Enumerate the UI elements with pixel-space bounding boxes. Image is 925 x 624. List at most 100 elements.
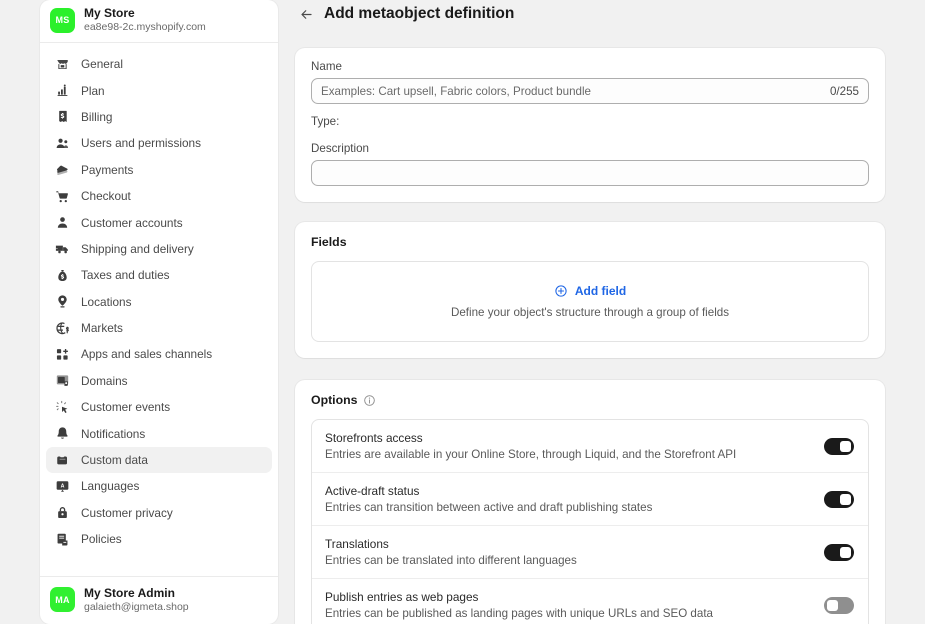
description-input[interactable] [311, 160, 869, 186]
sidebar-item-customer-privacy[interactable]: Customer privacy [46, 500, 272, 526]
user-avatar: MA [50, 587, 75, 613]
store-icon [54, 56, 70, 72]
sidebar-item-label: Languages [81, 479, 140, 494]
user-info: My Store Admin galaieth@igmeta.shop [84, 586, 189, 614]
circle-plus-icon [554, 284, 568, 298]
sidebar-item-checkout[interactable]: Checkout [46, 183, 272, 209]
back-arrow-icon[interactable] [298, 6, 314, 22]
option-title: Active-draft status [325, 484, 420, 498]
sidebar-item-users-and-permissions[interactable]: Users and permissions [46, 130, 272, 156]
option-toggle[interactable] [824, 596, 854, 614]
description-label: Description [311, 142, 369, 155]
page-title: Add metaobject definition [324, 5, 515, 22]
sidebar-item-customer-accounts[interactable]: Customer accounts [46, 209, 272, 235]
sidebar-item-label: Apps and sales channels [81, 347, 213, 362]
sidebar-item-apps-and-sales-channels[interactable]: Apps and sales channels [46, 341, 272, 367]
fields-empty-hint: Define your object's structure through a… [450, 306, 730, 319]
sidebar-user-section[interactable]: MA My Store Admin galaieth@igmeta.shop [40, 575, 278, 624]
bell-icon [54, 426, 70, 442]
option-row: Translations Entries can be translated in… [312, 526, 868, 579]
globe-currency-icon [54, 320, 70, 336]
settings-nav: General Plan Billing Users and permissions P… [40, 43, 278, 576]
option-description: Entries can be translated into different… [325, 554, 577, 567]
sidebar-item-policies[interactable]: Policies [46, 526, 272, 552]
name-card: Name Examples: Cart upsell, Fabric color… [295, 48, 885, 202]
option-toggle[interactable] [824, 543, 854, 561]
sidebar-item-locations[interactable]: Locations [46, 289, 272, 315]
credit-card-icon [54, 162, 70, 178]
sidebar-item-label: Users and permissions [81, 136, 201, 151]
option-toggle[interactable] [824, 490, 854, 508]
page-header: Add metaobject definition [278, 2, 925, 26]
user-email: galaieth@igmeta.shop [84, 600, 189, 613]
option-toggle[interactable] [824, 437, 854, 455]
user-name: My Store Admin [84, 585, 175, 600]
sidebar-item-general[interactable]: General [46, 51, 272, 77]
sidebar-item-label: Checkout [81, 189, 131, 204]
option-text: Active-draft status Entries can transitio… [325, 484, 652, 514]
fields-empty-state: Add field Define your object's structure… [311, 261, 869, 342]
location-pin-icon [54, 294, 70, 310]
option-text: Publish entries as web pages Entries can … [325, 590, 713, 620]
policy-doc-icon [54, 531, 70, 547]
sidebar-item-label: Locations [81, 294, 132, 309]
domain-icon [54, 373, 70, 389]
option-description: Entries can be published as landing page… [325, 607, 713, 620]
store-info: My Store ea8e98-2c.myshopify.com [84, 6, 206, 34]
options-card-title: Options [311, 393, 358, 407]
sidebar-item-label: Billing [81, 109, 113, 124]
name-character-counter: 0/255 [829, 84, 859, 98]
lock-icon [54, 505, 70, 521]
sidebar-item-label: Plan [81, 83, 105, 98]
sidebar-item-label: Notifications [81, 426, 146, 441]
sidebar-item-customer-events[interactable]: Customer events [46, 394, 272, 420]
option-text: Storefronts access Entries are available … [325, 431, 736, 461]
option-title: Storefronts access [325, 431, 423, 445]
users-icon [54, 135, 70, 151]
sidebar-item-notifications[interactable]: Notifications [46, 420, 272, 446]
main-content: Add metaobject definition Name Examples:… [278, 0, 925, 624]
sidebar-item-custom-data[interactable]: Custom data [46, 446, 272, 474]
store-header[interactable]: MS My Store ea8e98-2c.myshopify.com [40, 0, 278, 43]
options-card-header: Options [311, 393, 869, 407]
fields-card-title: Fields [311, 235, 347, 249]
chart-bar-icon [54, 83, 70, 99]
toggle-knob [840, 440, 851, 452]
option-description: Entries can transition between active an… [325, 501, 653, 514]
sidebar-item-shipping-and-delivery[interactable]: Shipping and delivery [46, 236, 272, 262]
sidebar-item-domains[interactable]: Domains [46, 368, 272, 394]
sidebar-item-label: Customer accounts [81, 215, 183, 230]
sidebar-item-label: Payments [81, 162, 134, 177]
add-field-button[interactable]: Add field [554, 284, 626, 298]
info-circle-icon[interactable] [363, 394, 376, 407]
cursor-click-icon [54, 399, 70, 415]
sidebar-item-label: General [81, 57, 123, 72]
option-description: Entries are available in your Online Sto… [325, 448, 737, 461]
options-card: Options Storefronts access Entries are av… [295, 380, 885, 624]
option-row: Publish entries as web pages Entries can … [312, 579, 868, 624]
receipt-icon [54, 109, 70, 125]
option-title: Translations [325, 537, 389, 551]
settings-sidebar: MS My Store ea8e98-2c.myshopify.com Gene… [40, 0, 278, 624]
cart-icon [54, 188, 70, 204]
sidebar-item-label: Markets [81, 321, 123, 336]
sidebar-item-payments[interactable]: Payments [46, 157, 272, 183]
sidebar-item-plan[interactable]: Plan [46, 77, 272, 103]
option-text: Translations Entries can be translated in… [325, 537, 577, 567]
sidebar-item-label: Policies [81, 532, 122, 547]
name-input[interactable]: Examples: Cart upsell, Fabric colors, Pr… [311, 78, 869, 104]
sidebar-item-languages[interactable]: A Languages [46, 473, 272, 499]
add-field-label: Add field [574, 284, 627, 298]
sidebar-item-markets[interactable]: Markets [46, 315, 272, 341]
option-title: Publish entries as web pages [325, 590, 479, 604]
database-icon [54, 452, 70, 468]
shopify-admin-settings-page: MS My Store ea8e98-2c.myshopify.com Gene… [0, 0, 925, 624]
description-block: Description [311, 142, 869, 186]
toggle-knob [827, 599, 838, 611]
store-domain: ea8e98-2c.myshopify.com [84, 20, 206, 33]
sidebar-item-billing[interactable]: Billing [46, 104, 272, 130]
translate-icon: A [54, 478, 70, 494]
name-input-placeholder: Examples: Cart upsell, Fabric colors, Pr… [321, 84, 591, 98]
sidebar-item-taxes-and-duties[interactable]: Taxes and duties [46, 262, 272, 288]
sidebar-item-label: Customer events [81, 400, 171, 415]
